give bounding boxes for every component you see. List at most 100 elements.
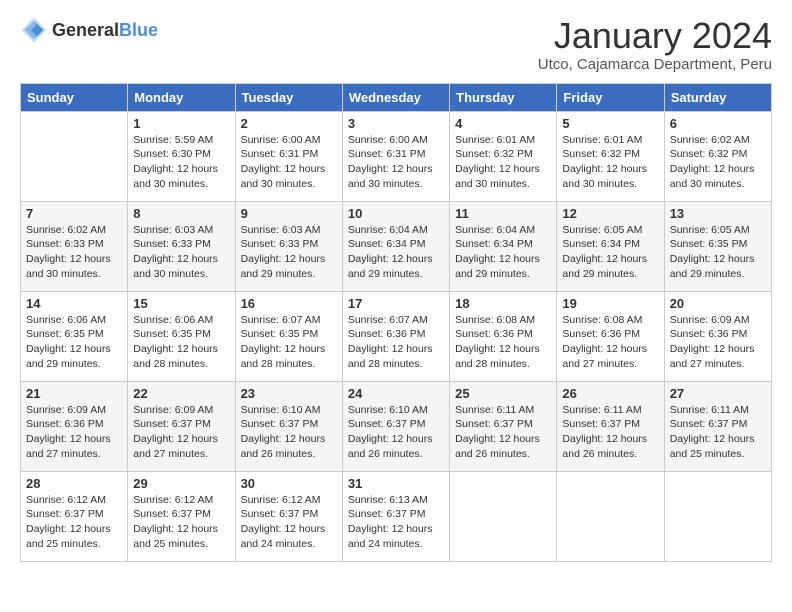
calendar-cell: 10 Sunrise: 6:04 AMSunset: 6:34 PMDayligh… [342, 201, 449, 291]
calendar-cell: 9 Sunrise: 6:03 AMSunset: 6:33 PMDaylight… [235, 201, 342, 291]
calendar-cell: 23 Sunrise: 6:10 AMSunset: 6:37 PMDayligh… [235, 381, 342, 471]
calendar-week-row: 21 Sunrise: 6:09 AMSunset: 6:36 PMDayligh… [21, 381, 772, 471]
day-number: 22 [133, 386, 229, 401]
calendar-cell: 16 Sunrise: 6:07 AMSunset: 6:35 PMDayligh… [235, 291, 342, 381]
calendar-cell: 12 Sunrise: 6:05 AMSunset: 6:34 PMDayligh… [557, 201, 664, 291]
day-info: Sunrise: 6:08 AMSunset: 6:36 PMDaylight:… [562, 313, 658, 372]
day-info: Sunrise: 6:06 AMSunset: 6:35 PMDaylight:… [26, 313, 122, 372]
day-info: Sunrise: 6:03 AMSunset: 6:33 PMDaylight:… [241, 223, 337, 282]
day-info: Sunrise: 6:05 AMSunset: 6:34 PMDaylight:… [562, 223, 658, 282]
calendar-week-row: 7 Sunrise: 6:02 AMSunset: 6:33 PMDaylight… [21, 201, 772, 291]
logo-icon [20, 16, 48, 44]
location-title: Utco, Cajamarca Department, Peru [538, 56, 772, 73]
calendar-cell: 21 Sunrise: 6:09 AMSunset: 6:36 PMDayligh… [21, 381, 128, 471]
logo: GeneralBlue [20, 16, 158, 44]
header-thursday: Thursday [450, 83, 557, 111]
calendar-cell: 2Sunrise: 6:00 AMSunset: 6:31 PMDaylight… [235, 111, 342, 201]
day-info: Sunrise: 6:00 AMSunset: 6:31 PMDaylight:… [348, 133, 444, 192]
calendar-cell: 5 Sunrise: 6:01 AMSunset: 6:32 PMDaylight… [557, 111, 664, 201]
day-number: 7 [26, 206, 122, 221]
calendar-cell: 7 Sunrise: 6:02 AMSunset: 6:33 PMDaylight… [21, 201, 128, 291]
day-info: Sunrise: 6:11 AMSunset: 6:37 PMDaylight:… [670, 403, 766, 462]
day-number: 5 [562, 116, 658, 131]
page-header: GeneralBlue January 2024 Utco, Cajamarca… [20, 16, 772, 73]
calendar-cell: 17 Sunrise: 6:07 AMSunset: 6:36 PMDayligh… [342, 291, 449, 381]
header-saturday: Saturday [664, 83, 771, 111]
logo-general: General [52, 20, 119, 40]
day-number: 21 [26, 386, 122, 401]
day-number: 28 [26, 476, 122, 491]
day-info: Sunrise: 6:01 AMSunset: 6:32 PMDaylight:… [455, 133, 551, 192]
day-info: Sunrise: 6:06 AMSunset: 6:35 PMDaylight:… [133, 313, 229, 372]
day-number: 8 [133, 206, 229, 221]
day-number: 18 [455, 296, 551, 311]
calendar-cell: 4 Sunrise: 6:01 AMSunset: 6:32 PMDaylight… [450, 111, 557, 201]
logo-blue: Blue [119, 20, 158, 40]
day-number: 31 [348, 476, 444, 491]
day-info: Sunrise: 6:01 AMSunset: 6:32 PMDaylight:… [562, 133, 658, 192]
header-monday: Monday [128, 83, 235, 111]
calendar-cell: 11 Sunrise: 6:04 AMSunset: 6:34 PMDayligh… [450, 201, 557, 291]
day-number: 13 [670, 206, 766, 221]
calendar-cell: 14Sunrise: 6:06 AMSunset: 6:35 PMDayligh… [21, 291, 128, 381]
day-info: Sunrise: 6:09 AMSunset: 6:36 PMDaylight:… [26, 403, 122, 462]
day-info: Sunrise: 6:11 AMSunset: 6:37 PMDaylight:… [455, 403, 551, 462]
calendar-cell: 27 Sunrise: 6:11 AMSunset: 6:37 PMDayligh… [664, 381, 771, 471]
calendar-week-row: 1 Sunrise: 5:59 AMSunset: 6:30 PMDaylight… [21, 111, 772, 201]
day-number: 15 [133, 296, 229, 311]
day-info: Sunrise: 6:05 AMSunset: 6:35 PMDaylight:… [670, 223, 766, 282]
title-area: January 2024 Utco, Cajamarca Department,… [538, 16, 772, 73]
day-number: 17 [348, 296, 444, 311]
day-number: 30 [241, 476, 337, 491]
day-info: Sunrise: 6:09 AMSunset: 6:36 PMDaylight:… [670, 313, 766, 372]
calendar-cell [21, 111, 128, 201]
day-number: 1 [133, 116, 229, 131]
day-number: 6 [670, 116, 766, 131]
day-info: Sunrise: 6:08 AMSunset: 6:36 PMDaylight:… [455, 313, 551, 372]
day-info: Sunrise: 6:10 AMSunset: 6:37 PMDaylight:… [241, 403, 337, 462]
day-info: Sunrise: 6:12 AMSunset: 6:37 PMDaylight:… [133, 493, 229, 552]
calendar-cell: 19Sunrise: 6:08 AMSunset: 6:36 PMDayligh… [557, 291, 664, 381]
header-tuesday: Tuesday [235, 83, 342, 111]
header-wednesday: Wednesday [342, 83, 449, 111]
month-title: January 2024 [538, 16, 772, 56]
day-info: Sunrise: 6:12 AMSunset: 6:37 PMDaylight:… [26, 493, 122, 552]
calendar-cell: 26 Sunrise: 6:11 AMSunset: 6:37 PMDayligh… [557, 381, 664, 471]
day-number: 26 [562, 386, 658, 401]
day-info: Sunrise: 6:13 AMSunset: 6:37 PMDaylight:… [348, 493, 444, 552]
calendar-cell: 29 Sunrise: 6:12 AMSunset: 6:37 PMDayligh… [128, 471, 235, 561]
calendar-header-row: SundayMondayTuesdayWednesdayThursdayFrid… [21, 83, 772, 111]
day-number: 11 [455, 206, 551, 221]
day-number: 9 [241, 206, 337, 221]
day-info: Sunrise: 6:04 AMSunset: 6:34 PMDaylight:… [348, 223, 444, 282]
header-sunday: Sunday [21, 83, 128, 111]
day-info: Sunrise: 6:07 AMSunset: 6:35 PMDaylight:… [241, 313, 337, 372]
day-number: 4 [455, 116, 551, 131]
day-number: 29 [133, 476, 229, 491]
calendar-cell: 18 Sunrise: 6:08 AMSunset: 6:36 PMDayligh… [450, 291, 557, 381]
calendar-cell: 24Sunrise: 6:10 AMSunset: 6:37 PMDayligh… [342, 381, 449, 471]
calendar-cell: 8 Sunrise: 6:03 AMSunset: 6:33 PMDaylight… [128, 201, 235, 291]
day-info: Sunrise: 6:11 AMSunset: 6:37 PMDaylight:… [562, 403, 658, 462]
calendar-cell: 1 Sunrise: 5:59 AMSunset: 6:30 PMDaylight… [128, 111, 235, 201]
calendar-week-row: 14Sunrise: 6:06 AMSunset: 6:35 PMDayligh… [21, 291, 772, 381]
calendar-cell: 20Sunrise: 6:09 AMSunset: 6:36 PMDayligh… [664, 291, 771, 381]
day-number: 10 [348, 206, 444, 221]
day-info: Sunrise: 5:59 AMSunset: 6:30 PMDaylight:… [133, 133, 229, 192]
calendar-cell [557, 471, 664, 561]
day-info: Sunrise: 6:03 AMSunset: 6:33 PMDaylight:… [133, 223, 229, 282]
calendar-cell: 25 Sunrise: 6:11 AMSunset: 6:37 PMDayligh… [450, 381, 557, 471]
day-number: 12 [562, 206, 658, 221]
day-number: 25 [455, 386, 551, 401]
day-info: Sunrise: 6:04 AMSunset: 6:34 PMDaylight:… [455, 223, 551, 282]
day-info: Sunrise: 6:02 AMSunset: 6:33 PMDaylight:… [26, 223, 122, 282]
day-info: Sunrise: 6:12 AMSunset: 6:37 PMDaylight:… [241, 493, 337, 552]
calendar-cell: 28 Sunrise: 6:12 AMSunset: 6:37 PMDayligh… [21, 471, 128, 561]
day-number: 23 [241, 386, 337, 401]
day-number: 2 [241, 116, 337, 131]
day-number: 27 [670, 386, 766, 401]
header-friday: Friday [557, 83, 664, 111]
day-number: 16 [241, 296, 337, 311]
calendar-cell: 22Sunrise: 6:09 AMSunset: 6:37 PMDayligh… [128, 381, 235, 471]
day-info: Sunrise: 6:07 AMSunset: 6:36 PMDaylight:… [348, 313, 444, 372]
